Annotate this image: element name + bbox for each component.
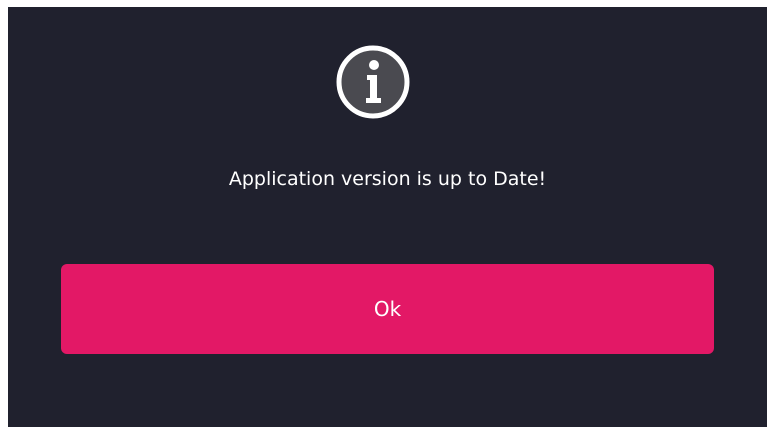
dialog-message: Application version is up to Date! — [228, 168, 547, 190]
ok-button[interactable]: Ok — [61, 264, 714, 354]
info-dialog: Application version is up to Date! Ok — [8, 7, 767, 427]
info-icon — [333, 42, 413, 122]
